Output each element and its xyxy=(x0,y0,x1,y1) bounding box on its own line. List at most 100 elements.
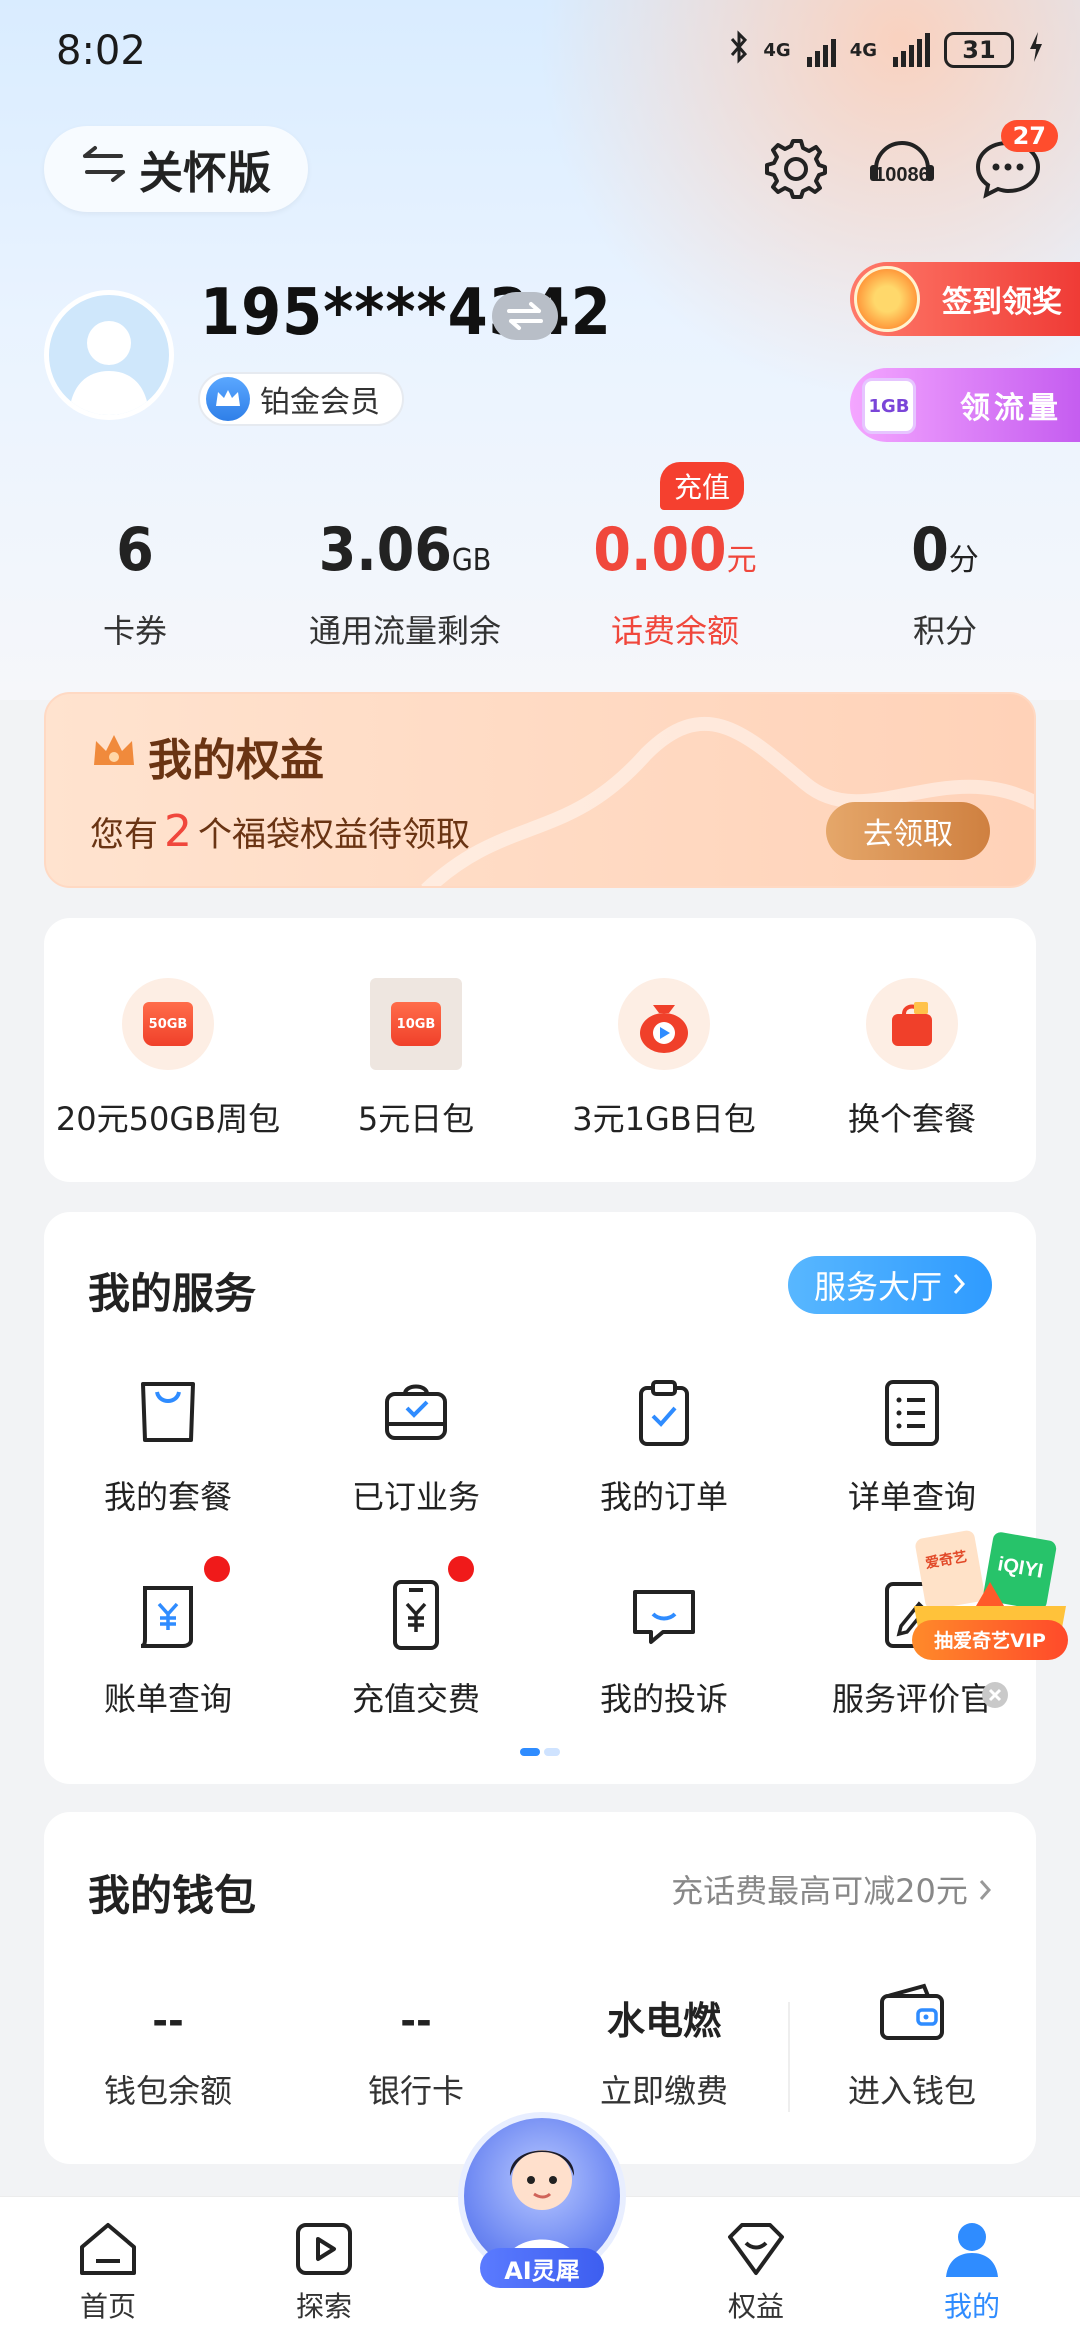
care-mode-button[interactable]: 关怀版 xyxy=(44,126,308,212)
service-my-plan[interactable]: 我的套餐 xyxy=(44,1378,292,1518)
stat-label: 卡券 xyxy=(102,612,167,650)
tab-rights[interactable]: 权益 xyxy=(676,2217,836,2325)
package-label: 换个套餐 xyxy=(847,1100,976,1138)
enter-wallet[interactable]: 进入钱包 xyxy=(788,1982,1036,2112)
settings-icon[interactable] xyxy=(756,128,836,208)
stat-value: 0.00 xyxy=(593,515,727,585)
swap-icon xyxy=(81,144,127,195)
rights-title: 我的权益 xyxy=(148,735,324,786)
network-type-2: 4G xyxy=(849,39,877,61)
bag-label: 10GB xyxy=(391,1002,441,1046)
service-label: 已订业务 xyxy=(351,1478,480,1516)
wallet-value: -- xyxy=(152,1999,184,2043)
notification-dot xyxy=(204,1556,230,1582)
package-item[interactable]: 10GB 5元日包 xyxy=(292,978,540,1140)
wallet-value: -- xyxy=(400,1999,432,2043)
rights-card[interactable]: 我的权益 您有 2 个福袋权益待领取 去领取 xyxy=(44,692,1036,888)
user-icon xyxy=(940,2217,1004,2281)
network-type-1: 4G xyxy=(763,39,791,61)
tab-home[interactable]: 首页 xyxy=(28,2217,188,2325)
stat-value: 3.06 xyxy=(318,515,452,585)
stat-balance[interactable]: 0.00元 话费余额 xyxy=(540,512,810,652)
switch-account-icon[interactable] xyxy=(492,292,558,340)
get-flow-button[interactable]: 1GB 领流量 xyxy=(850,368,1080,442)
stat-label: 积分 xyxy=(912,612,977,650)
package-item[interactable]: 50GB 20元50GB周包 xyxy=(44,978,292,1140)
phone-recharge-icon xyxy=(381,1580,451,1650)
service-detail-query[interactable]: 详单查询 xyxy=(788,1378,1036,1518)
claim-rights-button[interactable]: 去领取 xyxy=(826,802,990,860)
service-label: 账单查询 xyxy=(103,1680,232,1718)
bill-icon xyxy=(133,1580,203,1650)
wallet-title: 我的钱包 xyxy=(88,1871,257,1920)
package-card: 50GB 20元50GB周包 10GB 5元日包 3元1GB日包 换个套餐 xyxy=(44,918,1036,1182)
service-complaint[interactable]: 我的投诉 xyxy=(540,1580,788,1720)
recharge-tag[interactable]: 充值 xyxy=(660,462,745,510)
package-item[interactable]: 3元1GB日包 xyxy=(540,978,788,1140)
wallet-icon xyxy=(788,1982,1036,2046)
wallet-label: 银行卡 xyxy=(367,2072,464,2110)
bank-card[interactable]: -- 银行卡 xyxy=(292,1996,540,2112)
wallet-label: 立即缴费 xyxy=(599,2072,728,2110)
clipboard-check-icon xyxy=(629,1378,699,1448)
service-bill-query[interactable]: 账单查询 xyxy=(44,1580,292,1720)
stat-coupons[interactable]: 6 卡券 xyxy=(0,512,270,652)
tab-explore[interactable]: 探索 xyxy=(244,2217,404,2325)
service-label: 充值交费 xyxy=(351,1680,480,1718)
page-indicator xyxy=(520,1748,560,1756)
member-badge[interactable]: 铂金会员 xyxy=(198,372,404,426)
service-subscribed[interactable]: 已订业务 xyxy=(292,1378,540,1518)
package-label: 5元日包 xyxy=(357,1100,475,1138)
crown-icon xyxy=(90,731,138,782)
close-icon[interactable] xyxy=(980,1680,1010,1714)
iqiyi-vip-label: 抽爱奇艺VIP xyxy=(934,1629,1046,1652)
stat-label: 通用流量剩余 xyxy=(308,612,501,650)
briefcase-check-icon xyxy=(381,1378,451,1448)
play-icon xyxy=(292,2217,356,2281)
service-hall-label: 服务大厅 xyxy=(813,1268,942,1306)
rights-count: 2 xyxy=(164,806,192,857)
services-card: 我的服务 服务大厅 我的套餐 已订业务 我的订单 详单查询 账单查询 充值交费 … xyxy=(44,1212,1036,1784)
ai-assistant-label[interactable]: AI灵犀 xyxy=(480,2248,604,2288)
stat-value: 6 xyxy=(116,515,154,585)
iqiyi-vip-float[interactable]: iQIYI 爱奇艺 抽爱奇艺VIP xyxy=(908,1530,1072,1708)
diamond-icon xyxy=(724,2217,788,2281)
bag-outline-icon xyxy=(133,1378,203,1448)
service-hall-button[interactable]: 服务大厅 xyxy=(787,1256,992,1314)
service-recharge[interactable]: 充值交费 xyxy=(292,1580,540,1720)
wallet-promo-text: 充话费最高可减20元 xyxy=(671,1872,968,1910)
get-flow-label: 领流量 xyxy=(960,391,1062,426)
rights-prefix: 您有 xyxy=(90,815,158,855)
crown-icon xyxy=(206,377,250,421)
signal-icon xyxy=(893,33,930,67)
chat-bubble-icon xyxy=(629,1580,699,1650)
services-title: 我的服务 xyxy=(88,1269,257,1318)
sign-in-reward-button[interactable]: 签到领奖 xyxy=(850,262,1080,336)
package-item[interactable]: 换个套餐 xyxy=(788,978,1036,1140)
stat-unit: 元 xyxy=(726,543,757,578)
tab-label: 权益 xyxy=(727,2290,784,2323)
avatar[interactable] xyxy=(44,290,174,420)
stat-unit: GB xyxy=(451,543,492,578)
tab-me[interactable]: 我的 xyxy=(892,2217,1052,2325)
list-document-icon xyxy=(877,1378,947,1448)
flow-gb-icon: 1GB xyxy=(862,378,916,434)
package-label: 20元50GB周包 xyxy=(55,1100,281,1138)
wallet-balance[interactable]: -- 钱包余额 xyxy=(44,1996,292,2112)
package-label: 3元1GB日包 xyxy=(572,1100,756,1138)
tab-label: 首页 xyxy=(79,2290,136,2323)
care-mode-label: 关怀版 xyxy=(139,148,271,199)
bag-label: 50GB xyxy=(143,1002,193,1046)
wallet-promo-link[interactable]: 充话费最高可减20元 xyxy=(671,1866,992,1912)
stat-points[interactable]: 0分 积分 xyxy=(810,512,1080,652)
service-orders[interactable]: 我的订单 xyxy=(540,1378,788,1518)
battery-icon: 31 xyxy=(944,32,1014,68)
stat-data-remaining[interactable]: 3.06GB 通用流量剩余 xyxy=(270,512,540,652)
status-icons: 4G 4G 31 xyxy=(729,30,1044,70)
hotline-10086-icon[interactable]: 10086 xyxy=(862,128,942,208)
tab-label: 探索 xyxy=(295,2290,352,2323)
wallet-label: 进入钱包 xyxy=(847,2072,976,2110)
gift-coin-icon xyxy=(854,266,920,332)
utility-payment[interactable]: 水电燃 立即缴费 xyxy=(540,1996,788,2112)
stat-label: 话费余额 xyxy=(610,612,739,650)
